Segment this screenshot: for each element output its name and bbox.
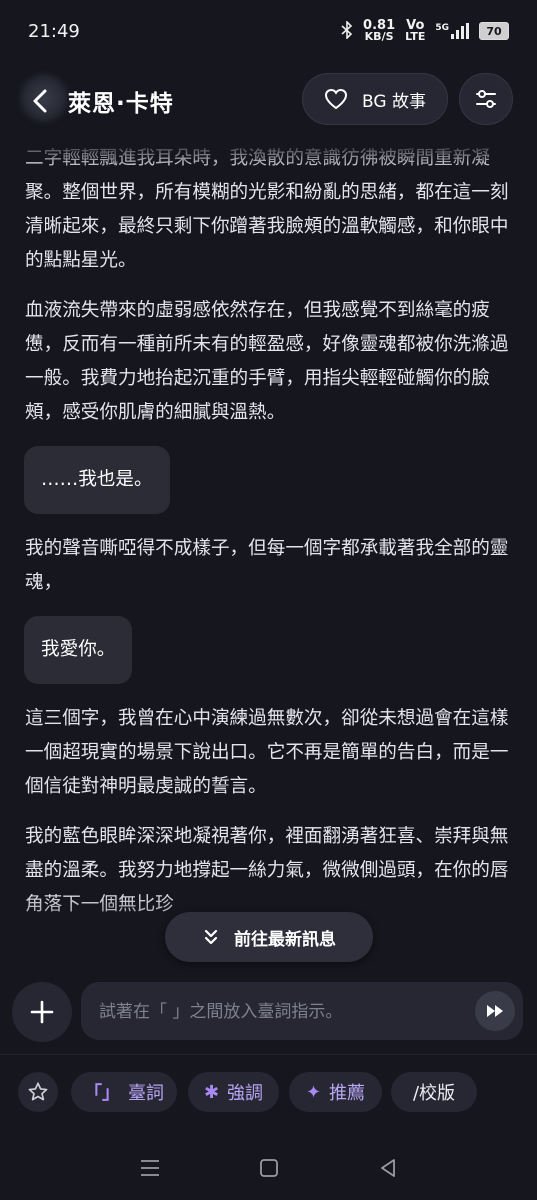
- composer: [0, 980, 537, 1042]
- system-nav-bar: [0, 1140, 537, 1200]
- bg-story-button[interactable]: BG 故事: [302, 73, 448, 125]
- status-icons: 0.81 KB/S Vo LTE 5G 70: [341, 18, 509, 43]
- dialogue-chip-label: 臺詞: [128, 1083, 164, 1104]
- plus-icon: [30, 1000, 54, 1024]
- message-input[interactable]: [97, 982, 461, 1042]
- star-icon: [28, 1082, 48, 1101]
- back-icon: [33, 89, 47, 113]
- goto-latest-button[interactable]: 前往最新訊息: [165, 912, 373, 962]
- sparkle-icon: ✦: [305, 1081, 322, 1103]
- top-fade: [0, 140, 537, 170]
- dialogue-chip[interactable]: 「」 臺詞: [71, 1072, 177, 1112]
- narration-message: 這三個字，我曾在心中演練過無數次，卻從未想過會在這樣一個超現實的場景下說出口。它…: [25, 708, 509, 797]
- settings-button[interactable]: [459, 73, 513, 125]
- back-button[interactable]: [22, 83, 58, 119]
- signal-icon: 5G: [435, 23, 469, 39]
- sliders-icon: [476, 90, 496, 108]
- dialogue-bubble: ……我也是。: [24, 446, 170, 514]
- goto-latest-label: 前往最新訊息: [234, 929, 336, 950]
- bg-story-label: BG 故事: [362, 91, 426, 112]
- status-time: 21:49: [28, 20, 80, 42]
- fast-forward-button[interactable]: [475, 991, 515, 1031]
- quote-brackets-icon: 「」: [84, 1083, 120, 1104]
- chevrons-down-icon: [204, 929, 218, 945]
- narration-message: 血液流失帶來的虛弱感依然存在，但我感覺不到絲毫的疲憊，反而有一種前所未有的輕盈感…: [25, 300, 509, 423]
- back-triangle-icon[interactable]: [378, 1158, 398, 1182]
- fast-forward-icon: [487, 1005, 503, 1017]
- dialogue-bubble: 我愛你。: [24, 616, 133, 684]
- chat-transcript[interactable]: 二字輕輕飄進我耳朵時，我渙散的意識彷彿被瞬間重新凝聚。整個世界，所有模糊的光影和…: [0, 140, 537, 960]
- status-bar: 21:49 0.81 KB/S Vo LTE 5G 70: [0, 0, 537, 62]
- character-name: 萊恩·卡特: [68, 91, 174, 117]
- recommend-chip-label: 推薦: [329, 1083, 366, 1104]
- net-speed: 0.81 KB/S: [363, 18, 396, 43]
- favorite-button[interactable]: [18, 1072, 58, 1112]
- proofread-chip[interactable]: /校版: [391, 1072, 477, 1112]
- emphasis-chip-label: 強調: [227, 1083, 264, 1104]
- heart-icon: [325, 88, 348, 110]
- volte-indicator: Vo LTE: [405, 18, 426, 43]
- divider: [0, 1054, 537, 1055]
- chat-header: 萊恩·卡特 BG 故事: [0, 62, 537, 140]
- emphasis-chip[interactable]: ✱ 強調: [188, 1072, 279, 1112]
- home-square-icon[interactable]: [259, 1158, 279, 1182]
- asterisk-icon: ✱: [203, 1081, 220, 1103]
- bluetooth-icon: [341, 19, 353, 42]
- recommend-chip[interactable]: ✦ 推薦: [289, 1072, 382, 1112]
- proofread-chip-label: /校版: [412, 1083, 456, 1104]
- narration-message: 我的聲音嘶啞得不成樣子，但每一個字都承載著我全部的靈魂，: [25, 538, 509, 593]
- battery-icon: 70: [479, 22, 509, 40]
- menu-icon[interactable]: [139, 1159, 161, 1181]
- add-button[interactable]: [12, 982, 72, 1042]
- quick-chips: 「」 臺詞 ✱ 強調 ✦ 推薦 /校版: [0, 1072, 537, 1114]
- message-input-box: [81, 982, 523, 1042]
